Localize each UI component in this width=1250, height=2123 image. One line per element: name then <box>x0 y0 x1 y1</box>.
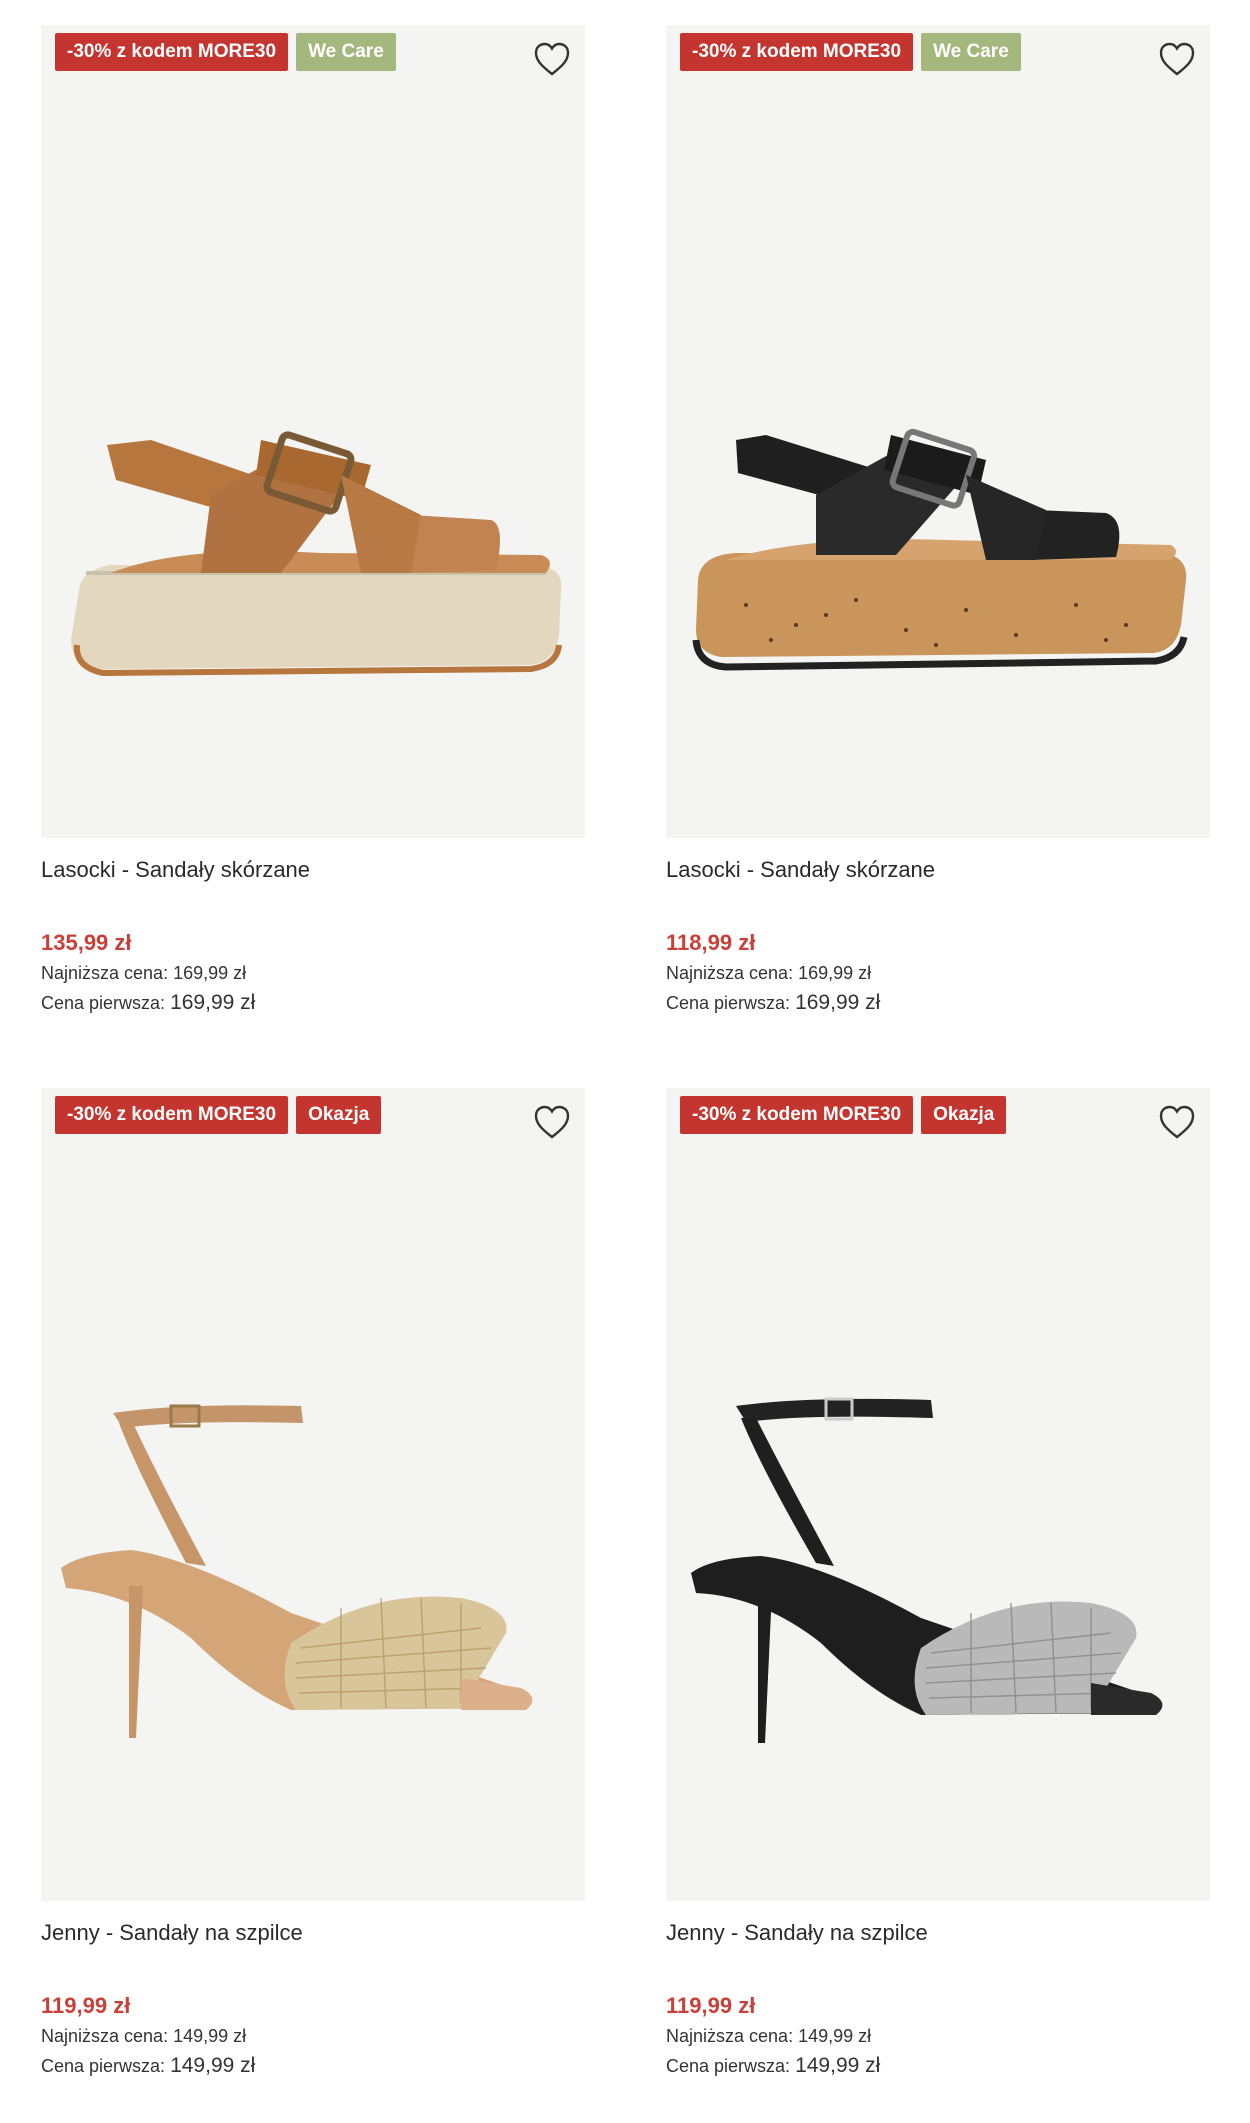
lowest-price-value: 149,99 zł <box>173 2026 247 2046</box>
promo-badge: -30% z kodem MORE30 <box>680 33 914 71</box>
product-card[interactable]: -30% z kodem MORE30 Okazja Jenny - Sanda… <box>41 1088 585 2081</box>
lowest-price-label: Najniższa cena: <box>41 2026 169 2046</box>
sandal-image <box>61 1404 533 1738</box>
promo-badge: -30% z kodem MORE30 <box>680 1096 914 1134</box>
product-card[interactable]: -30% z kodem MORE30 Okazja Jenny - Sanda… <box>666 1088 1210 2081</box>
lowest-price-row: Najniższa cena: 169,99 zł <box>41 958 585 988</box>
lowest-price-row: Najniższa cena: 149,99 zł <box>666 2021 1210 2051</box>
lowest-price-value: 149,99 zł <box>798 2026 872 2046</box>
first-price-label: Cena pierwsza: <box>666 993 791 1013</box>
first-price-value: 149,99 zł <box>170 2054 256 2077</box>
product-image[interactable]: -30% z kodem MORE30 We Care <box>666 25 1210 838</box>
lowest-price-value: 169,99 zł <box>173 963 247 983</box>
we-care-badge: We Care <box>296 33 396 71</box>
heart-outline-icon[interactable] <box>533 41 571 77</box>
sandal-image <box>691 1397 1163 1743</box>
product-image[interactable]: -30% z kodem MORE30 We Care <box>41 25 585 838</box>
product-price: 135,99 zł <box>41 930 132 955</box>
sandal-image <box>692 428 1188 671</box>
first-price-row: Cena pierwsza: 169,99 zł <box>666 988 1210 1018</box>
we-care-badge: We Care <box>921 33 1021 71</box>
first-price-value: 149,99 zł <box>795 2054 881 2077</box>
product-name[interactable]: Lasocki - Sandały skórzane <box>666 855 1210 885</box>
deal-badge: Okazja <box>296 1096 382 1134</box>
product-image[interactable]: -30% z kodem MORE30 Okazja <box>41 1088 585 1901</box>
first-price-value: 169,99 zł <box>795 991 881 1014</box>
product-card[interactable]: -30% z kodem MORE30 We Care Lasocki - Sa… <box>41 25 585 1018</box>
product-price: 119,99 zł <box>666 1993 756 2018</box>
product-card[interactable]: -30% z kodem MORE30 We Care Lasocki - Sa… <box>666 25 1210 1018</box>
product-image[interactable]: -30% z kodem MORE30 Okazja <box>666 1088 1210 1901</box>
first-price-row: Cena pierwsza: 149,99 zł <box>41 2051 585 2081</box>
promo-badge: -30% z kodem MORE30 <box>55 33 289 71</box>
lowest-price-label: Najniższa cena: <box>666 2026 794 2046</box>
lowest-price-row: Najniższa cena: 149,99 zł <box>41 2021 585 2051</box>
promo-badge: -30% z kodem MORE30 <box>55 1096 289 1134</box>
first-price-value: 169,99 zł <box>170 991 256 1014</box>
first-price-label: Cena pierwsza: <box>666 2056 791 2076</box>
lowest-price-row: Najniższa cena: 169,99 zł <box>666 958 1210 988</box>
lowest-price-label: Najniższa cena: <box>666 963 794 983</box>
product-name[interactable]: Jenny - Sandały na szpilce <box>41 1918 585 1948</box>
product-price: 119,99 zł <box>41 1993 131 2018</box>
heart-outline-icon[interactable] <box>533 1104 571 1140</box>
first-price-label: Cena pierwsza: <box>41 2056 166 2076</box>
product-name[interactable]: Jenny - Sandały na szpilce <box>666 1918 1210 1948</box>
sandal-image <box>71 431 562 677</box>
lowest-price-label: Najniższa cena: <box>41 963 169 983</box>
first-price-label: Cena pierwsza: <box>41 993 166 1013</box>
first-price-row: Cena pierwsza: 149,99 zł <box>666 2051 1210 2081</box>
product-grid: -30% z kodem MORE30 We Care Lasocki - Sa… <box>0 0 1250 2123</box>
first-price-row: Cena pierwsza: 169,99 zł <box>41 988 585 1018</box>
deal-badge: Okazja <box>921 1096 1007 1134</box>
heart-outline-icon[interactable] <box>1158 1104 1196 1140</box>
heart-outline-icon[interactable] <box>1158 41 1196 77</box>
product-name[interactable]: Lasocki - Sandały skórzane <box>41 855 585 885</box>
product-price: 118,99 zł <box>666 930 756 955</box>
lowest-price-value: 169,99 zł <box>798 963 872 983</box>
